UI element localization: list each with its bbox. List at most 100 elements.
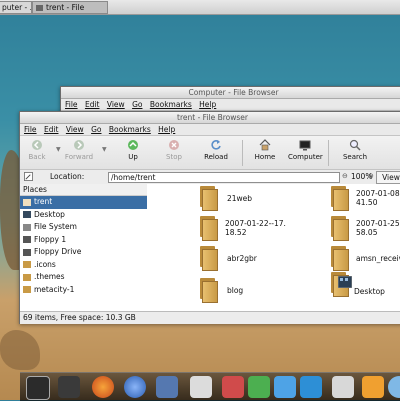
toolbar-separator — [242, 140, 243, 166]
forward-label: Forward — [64, 153, 94, 161]
desktop-icon — [23, 211, 31, 218]
menu-view[interactable]: View — [107, 100, 125, 109]
task-label: puter - ... — [2, 3, 32, 12]
sidebar-item-label: .themes — [34, 272, 65, 281]
folder-icon — [330, 216, 349, 241]
file-view: 21web 2007-01-08- 41.50 2007-01-22--17. … — [147, 184, 400, 314]
taskbar-task-trent[interactable]: trent - File — [32, 1, 108, 14]
taskbar-task-computer[interactable]: puter - ... — [0, 1, 32, 14]
sidebar-item-label: metacity-1 — [34, 284, 75, 294]
reload-icon — [211, 140, 221, 150]
forward-button[interactable]: Forward — [62, 139, 96, 161]
sidebar-item-label: Floppy Drive — [34, 247, 82, 256]
file-name: 2007-01-22--17. — [225, 219, 286, 228]
app-icon[interactable] — [274, 376, 296, 398]
location-label: Location: — [50, 172, 85, 181]
menu-help[interactable]: Help — [199, 100, 216, 109]
places-sidebar: Places ▼ trent Desktop File System Flopp… — [20, 184, 166, 314]
places-header[interactable]: Places ▼ — [20, 184, 165, 196]
file-name: amsn_receiv — [356, 254, 400, 263]
file-name: Desktop — [354, 287, 385, 296]
stop-label: Stop — [166, 153, 182, 161]
search-label: Search — [342, 153, 368, 161]
folder-icon — [23, 286, 31, 293]
sidebar-item-metacity-1[interactable]: metacity-1 — [20, 284, 165, 297]
zoom-out-icon[interactable]: ⊖ — [342, 172, 348, 180]
menu-edit[interactable]: Edit — [85, 100, 100, 109]
folder-icon — [330, 246, 349, 271]
desert-rock — [0, 330, 40, 370]
window-title: trent - File Browser — [20, 112, 400, 124]
sidebar-item-floppy-1[interactable]: Floppy 1 — [20, 234, 165, 247]
drive-icon — [23, 223, 31, 231]
floppy-icon — [23, 236, 31, 243]
up-arrow-icon — [128, 140, 138, 150]
computer-button[interactable]: Computer — [288, 139, 323, 161]
file-name: 2007-01-08- — [356, 189, 400, 198]
home-label: Home — [254, 153, 276, 161]
home-icon — [23, 198, 31, 206]
up-button[interactable]: Up — [116, 139, 150, 161]
forward-history-icon[interactable]: ▼ — [102, 146, 107, 153]
search-icon — [349, 139, 361, 151]
app-icon[interactable] — [248, 376, 270, 398]
firefox-icon[interactable] — [92, 376, 114, 398]
status-bar: 69 items, Free space: 10.3 GB — [20, 311, 400, 324]
reload-button[interactable]: Reload — [199, 139, 233, 161]
sidebar-item-label: .icons — [34, 259, 56, 269]
sidebar-item-label: Floppy 1 — [34, 234, 67, 244]
back-label: Back — [28, 153, 46, 161]
chat-icon[interactable] — [124, 376, 146, 398]
menubar: File Edit View Go Bookmarks Help — [20, 124, 400, 136]
sidebar-item-icons[interactable]: .icons — [20, 259, 165, 272]
home-icon — [259, 139, 271, 151]
home-button[interactable]: Home — [248, 139, 282, 161]
file-name: blog — [227, 286, 244, 295]
menubar: File Edit View Go Bookmarks Help — [61, 99, 400, 111]
stop-button[interactable]: Stop — [157, 139, 191, 161]
places-header-label: Places — [23, 185, 47, 194]
sidebar-item-file-system[interactable]: File System — [20, 221, 165, 234]
menu-bookmarks[interactable]: Bookmarks — [109, 125, 151, 134]
floppy-icon — [23, 248, 31, 256]
menu-view[interactable]: View — [66, 125, 84, 134]
terminal-icon[interactable] — [26, 376, 50, 400]
forward-arrow-icon — [74, 140, 84, 150]
location-input[interactable]: /home/trent — [108, 172, 340, 183]
zoom-in-icon[interactable]: ⊕ — [368, 172, 374, 180]
search-button[interactable]: Search — [338, 139, 372, 161]
back-button[interactable]: Back — [20, 139, 54, 161]
sidebar-item-trent[interactable]: trent — [20, 196, 165, 209]
app-icon[interactable] — [362, 376, 384, 398]
edit-location-icon[interactable] — [24, 172, 33, 181]
folder-icon — [199, 246, 218, 271]
app-icon[interactable] — [332, 376, 354, 398]
menu-file[interactable]: File — [65, 100, 78, 109]
menu-edit[interactable]: Edit — [44, 125, 59, 134]
phone-icon[interactable] — [58, 376, 80, 398]
sidebar-item-floppy-drive[interactable]: Floppy Drive — [20, 246, 165, 259]
app-icon[interactable] — [222, 376, 244, 398]
menu-help[interactable]: Help — [158, 125, 175, 134]
folder-icon — [23, 261, 31, 268]
image-viewer-icon[interactable] — [156, 376, 178, 398]
menu-go[interactable]: Go — [132, 100, 142, 109]
file-name: abr2gbr — [227, 254, 257, 263]
menu-go[interactable]: Go — [91, 125, 101, 134]
menu-file[interactable]: File — [24, 125, 37, 134]
view-as-button[interactable]: View — [376, 171, 400, 184]
app-icon[interactable] — [388, 376, 400, 398]
folder-icon — [330, 186, 349, 211]
app-icon[interactable] — [300, 376, 322, 398]
top-taskbar: puter - ... trent - File — [0, 0, 400, 15]
file-name-line2: 58.05 — [356, 228, 378, 237]
dock — [20, 372, 400, 401]
sidebar-item-themes[interactable]: .themes — [20, 271, 165, 284]
back-history-icon[interactable]: ▼ — [56, 146, 61, 153]
task-label: trent - File — [46, 3, 85, 12]
file-browser-window[interactable]: trent - File Browser File Edit View Go B… — [19, 111, 400, 324]
menu-bookmarks[interactable]: Bookmarks — [150, 100, 192, 109]
file-name: 2007-01-25- — [356, 219, 400, 228]
media-icon[interactable] — [190, 376, 212, 398]
sidebar-item-desktop[interactable]: Desktop — [20, 209, 165, 222]
